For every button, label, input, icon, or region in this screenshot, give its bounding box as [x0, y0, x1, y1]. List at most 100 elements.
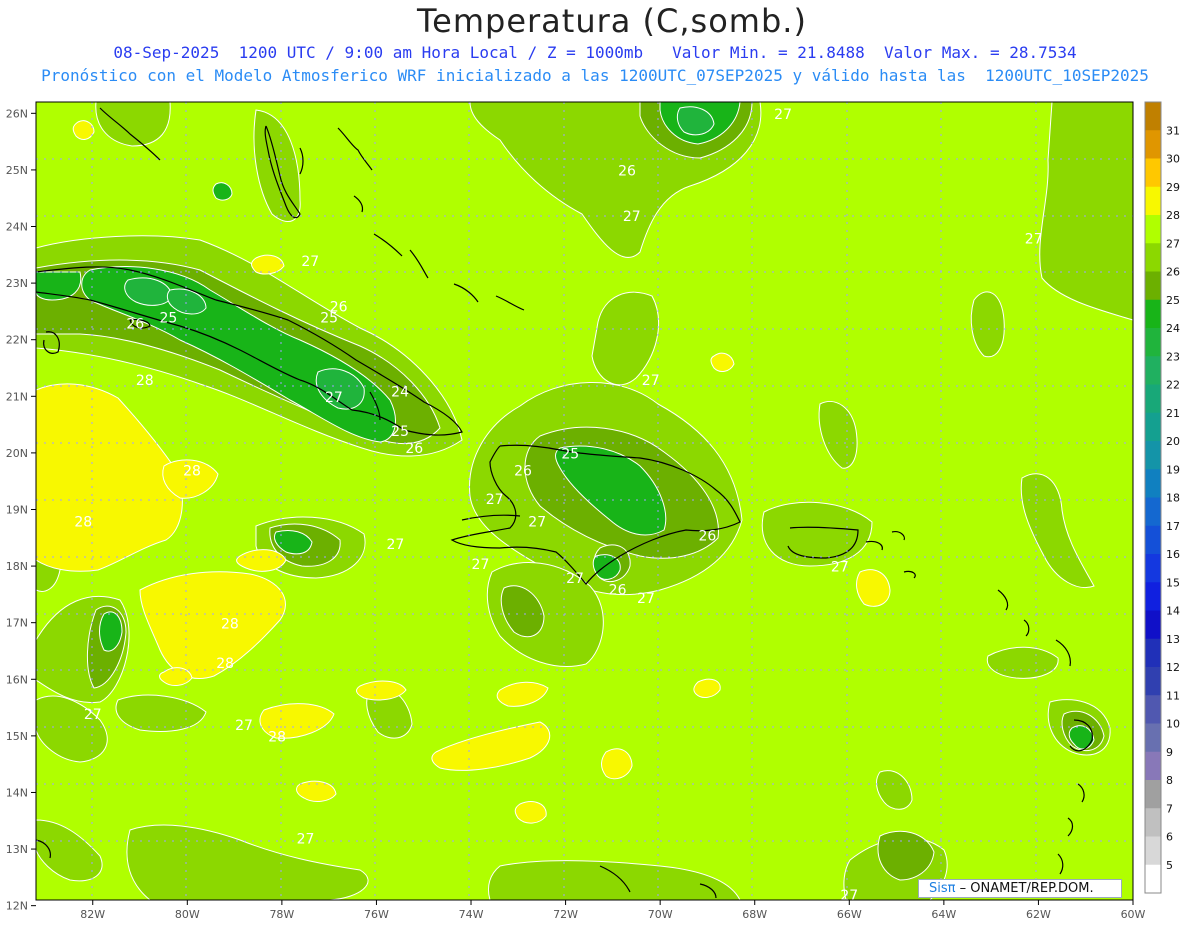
legend-label: 12 [1166, 661, 1180, 674]
legend-swatch [1145, 836, 1161, 866]
contour-label: 27 [472, 557, 490, 573]
latitude-axis: 26N 25N 24N 23N 22N 21N 20N 19N 18N 17N 16N 15N 14N 1… [6, 107, 36, 913]
contour-label: 27 [774, 107, 792, 123]
sispi-logo: Sisπ [929, 881, 956, 896]
color-legend: 31 30 29 28 27 26 25 24 23 22 21 20 19 18 17 16 15 14 13 12… [1144, 101, 1180, 894]
contour-label: 27 [84, 707, 102, 723]
legend-label: 28 [1166, 209, 1180, 222]
credit-text: – ONAMET/REP.DOM. [959, 881, 1094, 896]
legend-swatch [1145, 215, 1161, 244]
contour-label: 27 [1025, 231, 1043, 247]
lon-label: 78W [269, 908, 294, 921]
contour-label: 27 [637, 591, 655, 607]
lat-label: 12N [6, 900, 28, 913]
legend-label: 19 [1166, 463, 1180, 476]
contour-label: 27 [325, 390, 343, 406]
legend-swatch [1145, 497, 1161, 527]
contour-label: 28 [183, 464, 201, 480]
contour-label: 28 [221, 616, 239, 632]
legend-label: 11 [1166, 689, 1180, 702]
legend-label: 26 [1166, 266, 1180, 279]
legend-label: 30 [1166, 153, 1180, 166]
lat-label: 25N [6, 164, 28, 177]
lat-label: 24N [6, 221, 28, 234]
legend-label: 9 [1166, 746, 1173, 759]
lat-label: 15N [6, 730, 28, 743]
contour-label: 26 [126, 316, 144, 332]
lon-label: 74W [459, 908, 484, 921]
legend-label: 14 [1166, 605, 1180, 618]
contour-label: 26 [699, 529, 717, 545]
contour-label: 27 [623, 209, 641, 225]
contour-label: 26 [405, 441, 423, 457]
lat-label: 20N [6, 447, 28, 460]
legend-label: 15 [1166, 576, 1180, 589]
lat-label: 16N [6, 673, 28, 686]
legend-swatch [1145, 780, 1161, 809]
legend-swatch [1145, 243, 1161, 272]
lat-label: 22N [6, 334, 28, 347]
legend-swatch [1145, 130, 1161, 159]
legend-swatch [1145, 299, 1161, 329]
legend-label: 16 [1166, 548, 1180, 561]
contour-label: 25 [159, 311, 177, 327]
legend-label: 23 [1166, 350, 1180, 363]
legend-label: 18 [1166, 492, 1180, 505]
legend-swatch [1145, 328, 1161, 357]
legend-label: 17 [1166, 520, 1180, 533]
contour-label: 28 [268, 730, 286, 746]
lat-label: 21N [6, 390, 28, 403]
contour-label: 27 [386, 537, 404, 553]
legend-swatch [1145, 102, 1161, 131]
legend-swatch [1145, 525, 1161, 555]
map-plot-area: 2726252526242526272828282727272625272726… [36, 102, 1133, 900]
lon-label: 62W [1026, 908, 1051, 921]
lon-label: 60W [1121, 908, 1146, 921]
contour-label: 25 [320, 311, 338, 327]
lat-label: 17N [6, 617, 28, 630]
lon-label: 80W [175, 908, 200, 921]
lon-label: 72W [553, 908, 578, 921]
contour-label: 26 [618, 164, 636, 180]
legend-swatch [1145, 554, 1161, 583]
lon-label: 82W [80, 908, 105, 921]
legend-swatch [1145, 271, 1161, 301]
legend-label: 7 [1166, 802, 1173, 815]
legend-swatch [1145, 412, 1161, 442]
longitude-axis: 82W 80W 78W 76W 74W 72W 70W 68W 66W 64W 62W 60W [80, 900, 1146, 921]
legend-swatch [1145, 638, 1161, 668]
contour-label: 27 [486, 492, 504, 508]
legend-swatch [1145, 469, 1161, 498]
lat-label: 26N [6, 107, 28, 120]
contour-label: 26 [514, 464, 532, 480]
contour-label: 27 [235, 718, 253, 734]
legend-swatch [1145, 667, 1161, 696]
legend-swatch [1145, 582, 1161, 611]
lat-label: 19N [6, 503, 28, 516]
contour-label: 25 [561, 447, 579, 463]
lon-label: 76W [364, 908, 389, 921]
legend-swatch [1145, 864, 1161, 894]
lon-label: 68W [742, 908, 767, 921]
lat-label: 13N [6, 843, 28, 856]
legend-swatch [1145, 356, 1161, 385]
legend-label: 25 [1166, 294, 1180, 307]
legend-label: 5 [1166, 859, 1173, 872]
contour-label: 27 [831, 560, 849, 576]
contour-label: 27 [566, 571, 584, 587]
lon-label: 66W [837, 908, 862, 921]
contour-label: 28 [136, 373, 154, 389]
contour-label: 27 [297, 831, 315, 847]
legend-label: 20 [1166, 435, 1180, 448]
legend-label: 27 [1166, 237, 1180, 250]
legend-label: 24 [1166, 322, 1180, 335]
legend-label: 29 [1166, 181, 1180, 194]
legend-label: 13 [1166, 633, 1180, 646]
lat-label: 18N [6, 560, 28, 573]
legend-label: 6 [1166, 831, 1173, 844]
legend-label: 8 [1166, 774, 1173, 787]
legend-swatch [1145, 808, 1161, 837]
legend-swatch [1145, 441, 1161, 470]
lon-label: 70W [648, 908, 673, 921]
legend-swatch [1145, 610, 1161, 640]
